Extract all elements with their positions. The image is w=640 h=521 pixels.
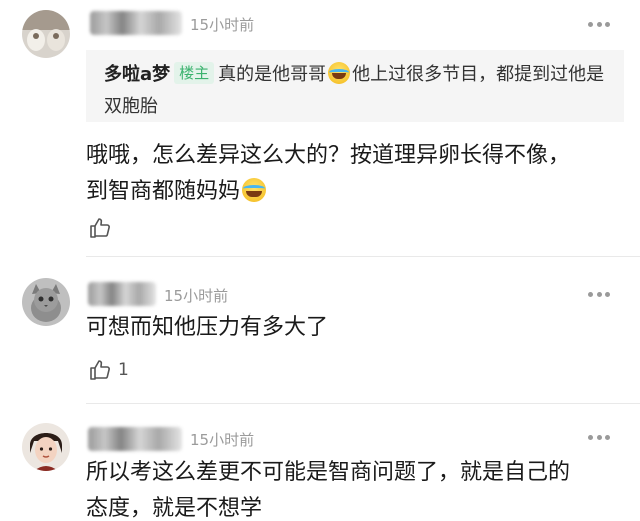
comment-text-line: 哦哦，怎么差异这么大的？按道理异卵长得不像，: [86, 143, 571, 168]
quoted-reply[interactable]: 多啦a梦 楼主 真的是他哥哥 他上过很多节目，都提到过他是双胞胎: [86, 50, 624, 122]
comment-time: 15小时前: [190, 431, 255, 449]
thumbs-up-icon: [90, 360, 110, 380]
quote-author: 多啦a梦: [104, 64, 171, 85]
laughing-tears-emoji: [328, 62, 351, 84]
more-dots-icon[interactable]: [588, 292, 610, 298]
like-button[interactable]: 1: [88, 358, 129, 382]
comment-text: 可想而知他压力有多大了: [86, 310, 620, 346]
comment-3: 15小时前 所以考这么差更不可能是智商问题了，就是自己的 态度，就是不想学: [0, 403, 640, 521]
comment-1: 15小时前 多啦a梦 楼主 真的是他哥哥 他上过很多节目，都提到过他是双胞胎 哦哦，怎…: [0, 0, 640, 256]
comment-text-line: 所以考这么差更不可能是智商问题了，就是自己的: [86, 460, 571, 485]
author-tag: 楼主: [174, 62, 215, 84]
avatar[interactable]: [22, 278, 70, 326]
like-count: 1: [118, 360, 129, 380]
comment-time: 15小时前: [190, 16, 255, 34]
more-dots-icon[interactable]: [588, 435, 610, 441]
more-dots-icon[interactable]: [588, 22, 610, 28]
like-button[interactable]: [88, 216, 118, 240]
comment-text-line: 到智商都随妈妈: [86, 179, 241, 204]
avatar[interactable]: [22, 423, 70, 471]
comment-time: 15小时前: [164, 287, 229, 305]
avatar[interactable]: [22, 10, 70, 58]
comment-2: 15小时前 可想而知他压力有多大了 1: [0, 256, 640, 396]
comment-text-line: 可想而知他压力有多大了: [86, 315, 329, 340]
comment-text: 哦哦，怎么差异这么大的？按道理异卵长得不像， 到智商都随妈妈: [86, 138, 620, 210]
quote-text-1: 真的是他哥哥: [218, 64, 327, 85]
username-blurred[interactable]: [88, 282, 156, 306]
thumbs-up-icon: [90, 218, 110, 238]
username-blurred[interactable]: [90, 11, 182, 35]
username-blurred[interactable]: [88, 427, 182, 451]
comment-text-line: 态度，就是不想学: [86, 496, 263, 521]
laughing-tears-emoji: [242, 178, 267, 202]
comment-text: 所以考这么差更不可能是智商问题了，就是自己的 态度，就是不想学: [86, 455, 620, 521]
